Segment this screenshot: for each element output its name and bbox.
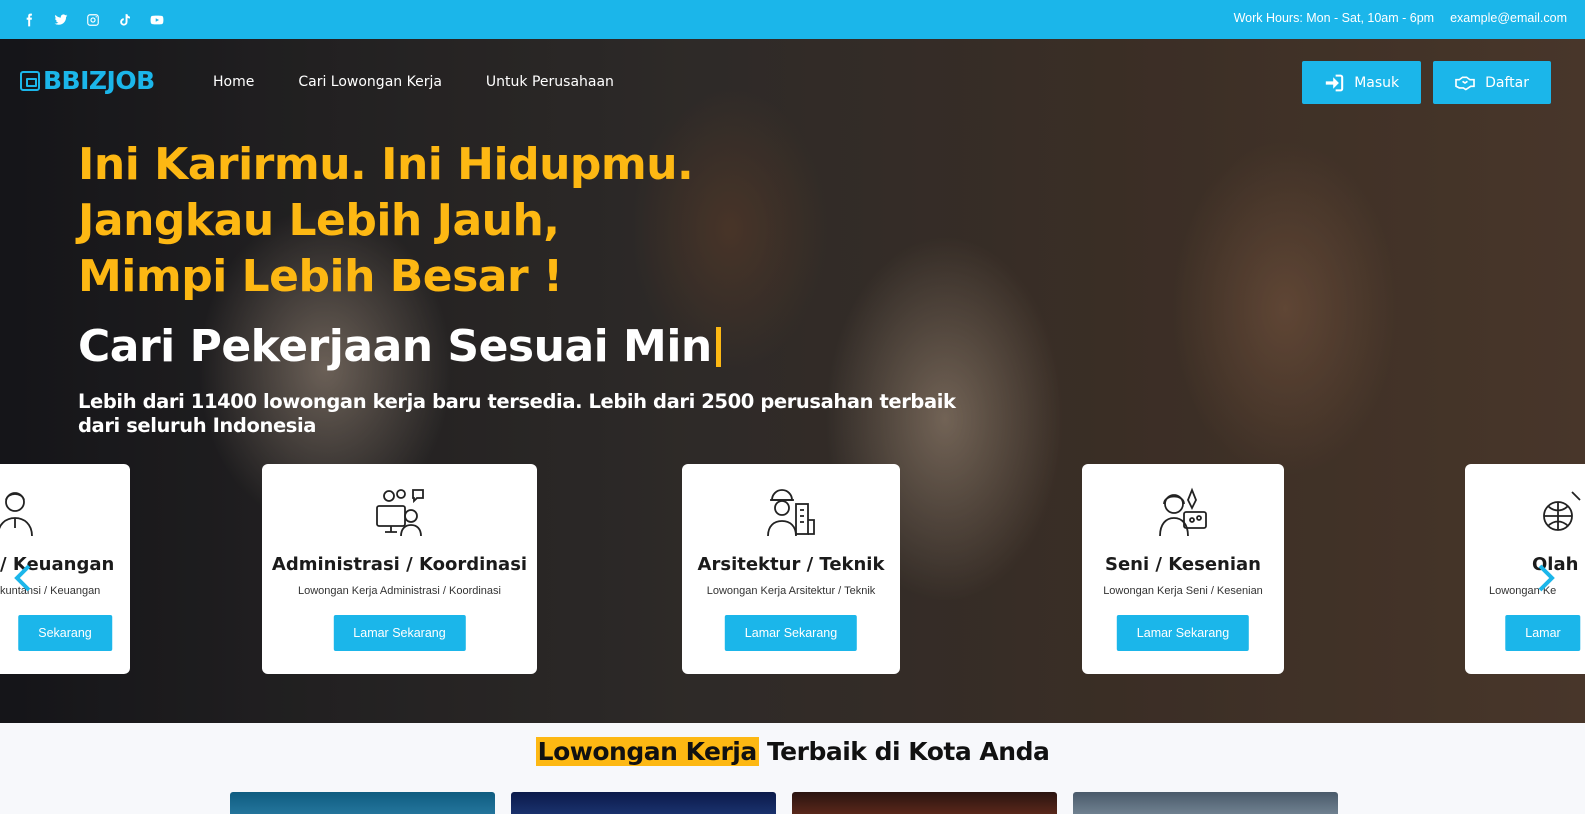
apply-button[interactable]: Lamar bbox=[1505, 615, 1581, 651]
sports-icon bbox=[1538, 486, 1585, 540]
hero-section: BBIZJOB Home Cari Lowongan Kerja Untuk P… bbox=[0, 39, 1585, 723]
contact-email[interactable]: example@email.com bbox=[1450, 11, 1567, 25]
category-title: Arsitektur / Teknik bbox=[697, 554, 885, 575]
contact-info: Work Hours: Mon - Sat, 10am - 6pm exampl… bbox=[1234, 11, 1567, 25]
accountant-icon bbox=[0, 486, 42, 540]
category-desc: Lowongan Kerja Arsitektur / Teknik bbox=[706, 585, 876, 597]
twitter-icon[interactable] bbox=[52, 11, 70, 29]
typed-heading: Cari Pekerjaan Sesuai Min bbox=[78, 321, 721, 372]
category-card: Olah Lowongan Ke Lamar bbox=[1465, 464, 1585, 674]
artist-icon bbox=[1156, 486, 1210, 540]
city-card-image[interactable] bbox=[511, 792, 776, 814]
social-links bbox=[20, 11, 166, 29]
sign-in-icon bbox=[1326, 74, 1344, 91]
nav-link-cari-lowongan[interactable]: Cari Lowongan Kerja bbox=[298, 74, 442, 90]
typed-text: Cari Pekerjaan Sesuai Min bbox=[78, 321, 712, 372]
main-navbar: BBIZJOB Home Cari Lowongan Kerja Untuk P… bbox=[0, 39, 1585, 129]
login-button[interactable]: Masuk bbox=[1302, 61, 1422, 104]
apply-button[interactable]: Lamar Sekarang bbox=[724, 615, 858, 651]
headline-line-2: Jangkau Lebih Jauh, bbox=[78, 195, 560, 246]
engineer-icon bbox=[764, 486, 818, 540]
facebook-icon[interactable] bbox=[20, 11, 38, 29]
briefcase-icon bbox=[20, 70, 40, 91]
category-desc: Lowongan Kerja Administrasi / Koordinasi bbox=[297, 585, 501, 597]
auth-buttons: Masuk Daftar bbox=[1302, 61, 1551, 104]
chevron-left-icon bbox=[14, 564, 31, 592]
register-button[interactable]: Daftar bbox=[1433, 61, 1551, 104]
category-card: Arsitektur / Teknik Lowongan Kerja Arsit… bbox=[682, 464, 900, 674]
chevron-right-icon bbox=[1538, 564, 1555, 592]
youtube-icon[interactable] bbox=[148, 11, 166, 29]
top-bar: Work Hours: Mon - Sat, 10am - 6pm exampl… bbox=[0, 0, 1585, 39]
login-label: Masuk bbox=[1354, 74, 1400, 91]
apply-button[interactable]: Sekarang bbox=[18, 615, 112, 651]
category-desc: Lowongan Kerja Seni / Kesenian bbox=[1103, 585, 1263, 597]
apply-button[interactable]: Lamar Sekarang bbox=[1116, 615, 1250, 651]
site-logo[interactable]: BBIZJOB bbox=[20, 66, 155, 95]
city-card-image[interactable] bbox=[230, 792, 495, 814]
city-card-image[interactable] bbox=[1073, 792, 1338, 814]
city-card-image[interactable] bbox=[792, 792, 1057, 814]
admin-icon bbox=[373, 486, 427, 540]
section-heading: Lowongan Kerja Terbaik di Kota Anda bbox=[0, 737, 1585, 766]
headline-line-3: Mimpi Lebih Besar ! bbox=[78, 251, 563, 302]
hero-headline: Ini Karirmu. Ini Hidupmu. Jangkau Lebih … bbox=[78, 137, 694, 305]
apply-button[interactable]: Lamar Sekarang bbox=[333, 615, 466, 651]
typing-caret bbox=[715, 326, 721, 367]
carousel-prev-arrow[interactable] bbox=[10, 563, 36, 593]
handshake-icon bbox=[1455, 75, 1475, 91]
heading-rest: Terbaik di Kota Anda bbox=[758, 737, 1050, 766]
hero-subtitle: Lebih dari 11400 lowongan kerja baru ter… bbox=[78, 390, 956, 437]
nav-menu: Home Cari Lowongan Kerja Untuk Perusahaa… bbox=[213, 74, 614, 90]
nav-link-home[interactable]: Home bbox=[213, 74, 254, 90]
nav-link-untuk-perusahaan[interactable]: Untuk Perusahaan bbox=[486, 74, 614, 90]
category-title: Seni / Kesenian bbox=[1105, 554, 1261, 575]
logo-text: BBIZJOB bbox=[43, 66, 155, 95]
category-title: Administrasi / Koordinasi bbox=[271, 554, 528, 575]
category-card: Administrasi / Koordinasi Lowongan Kerja… bbox=[262, 464, 537, 674]
instagram-icon[interactable] bbox=[84, 11, 102, 29]
heading-highlight: Lowongan Kerja bbox=[535, 737, 759, 766]
register-label: Daftar bbox=[1485, 74, 1529, 91]
work-hours: Work Hours: Mon - Sat, 10am - 6pm bbox=[1233, 11, 1435, 25]
headline-line-1: Ini Karirmu. Ini Hidupmu. bbox=[78, 139, 694, 190]
category-card: Seni / Kesenian Lowongan Kerja Seni / Ke… bbox=[1082, 464, 1284, 674]
carousel-next-arrow[interactable] bbox=[1533, 563, 1559, 593]
tiktok-icon[interactable] bbox=[116, 11, 134, 29]
